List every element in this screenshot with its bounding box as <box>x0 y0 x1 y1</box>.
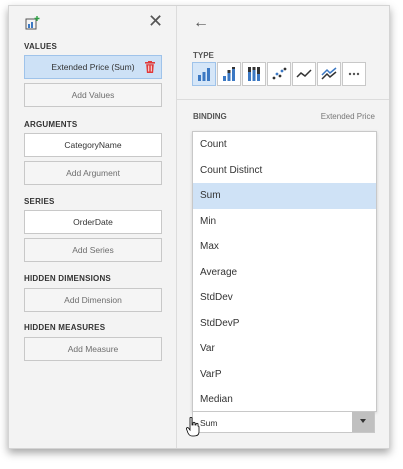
series-item-orderdate[interactable]: OrderDate <box>24 210 162 234</box>
more-icon[interactable] <box>342 62 366 86</box>
chevron-down-icon <box>360 419 366 423</box>
add-dimension-button[interactable]: Add Dimension <box>24 288 162 312</box>
chart-data-items-panel: ✕ VALUES Extended Price (Sum) Add Values… <box>8 5 390 449</box>
stacked-bar-icon[interactable] <box>217 62 241 86</box>
option-average[interactable]: Average <box>193 260 376 286</box>
combo-value: Sum <box>200 418 218 428</box>
divider <box>177 99 389 100</box>
type-label: TYPE <box>193 51 214 60</box>
argument-item-categoryname[interactable]: CategoryName <box>24 133 162 157</box>
add-argument-button[interactable]: Add Argument <box>24 161 162 185</box>
bar-chart-icon[interactable] <box>192 62 216 86</box>
back-arrow-icon[interactable]: ← <box>193 14 209 32</box>
values-header: VALUES <box>24 42 58 51</box>
option-var[interactable]: Var <box>193 336 376 362</box>
arguments-header: ARGUMENTS <box>24 120 78 129</box>
hand-cursor-icon <box>186 417 200 437</box>
values-item-extended-price[interactable]: Extended Price (Sum) <box>24 55 162 79</box>
summary-type-combo[interactable]: Sum <box>192 411 375 433</box>
full-stacked-bar-icon[interactable] <box>242 62 266 86</box>
hidden-dimensions-header: HIDDEN DIMENSIONS <box>24 274 111 283</box>
summary-type-dropdown-list: Count Count Distinct Sum Min Max Average… <box>192 131 377 412</box>
option-max[interactable]: Max <box>193 234 376 260</box>
option-stddevp[interactable]: StdDevP <box>193 311 376 337</box>
option-stddev[interactable]: StdDev <box>193 285 376 311</box>
hidden-measures-header: HIDDEN MEASURES <box>24 323 106 332</box>
trash-icon[interactable] <box>145 61 155 73</box>
point-chart-icon[interactable] <box>267 62 291 86</box>
binding-value: Extended Price <box>320 112 375 121</box>
area-chart-icon[interactable] <box>317 62 341 86</box>
combo-dropdown-button[interactable] <box>352 412 374 432</box>
option-count-distinct[interactable]: Count Distinct <box>193 158 376 184</box>
series-header: SERIES <box>24 197 55 206</box>
left-panel: ✕ VALUES Extended Price (Sum) Add Values… <box>9 6 177 448</box>
option-count[interactable]: Count <box>193 132 376 158</box>
option-median[interactable]: Median <box>193 387 376 413</box>
chart-add-icon[interactable] <box>25 15 41 31</box>
add-series-button[interactable]: Add Series <box>24 238 162 262</box>
line-chart-icon[interactable] <box>292 62 316 86</box>
option-min[interactable]: Min <box>193 209 376 235</box>
right-panel: ← TYPE BINDING Extended Price Count Coun… <box>177 6 389 448</box>
add-values-button[interactable]: Add Values <box>24 83 162 107</box>
option-varp[interactable]: VarP <box>193 362 376 388</box>
close-icon[interactable]: ✕ <box>148 12 163 30</box>
binding-label: BINDING <box>193 112 227 121</box>
add-measure-button[interactable]: Add Measure <box>24 337 162 361</box>
option-sum[interactable]: Sum <box>193 183 376 209</box>
